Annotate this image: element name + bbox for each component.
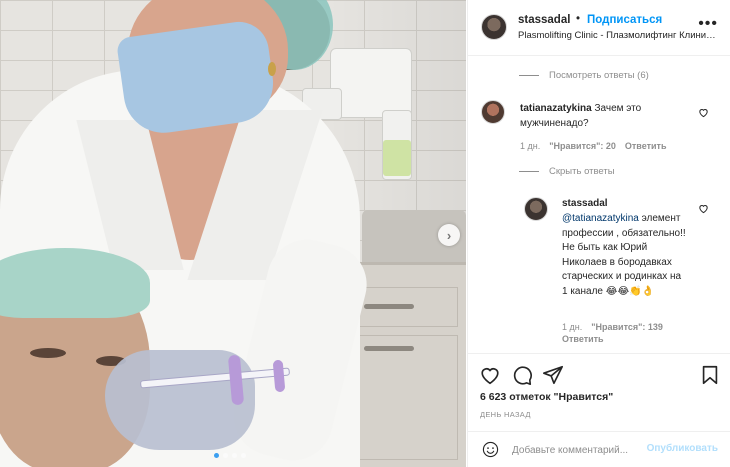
patient-eye [30,348,66,358]
carousel-dot [241,453,246,458]
carousel-dot [232,453,237,458]
view-replies-button[interactable]: Посмотреть ответы (6) [519,70,649,81]
comment-mention[interactable]: @tatianazatykina [562,213,639,224]
likes-count[interactable]: 6 623 отметок "Нравится" [480,391,613,403]
post-location[interactable]: Plasmolifting Clinic - Плазмолифтинг Кли… [518,30,718,41]
post-author-username[interactable]: stassadal [518,14,570,26]
more-icon[interactable]: ••• [698,15,718,33]
replies-line [519,171,539,172]
comment-likes[interactable]: "Нравится": 20 [549,141,616,151]
post-header: stassadal • Подписаться Plasmolifting Cl… [468,0,730,56]
follow-button[interactable]: Подписаться [587,14,662,26]
heart-icon[interactable] [479,364,501,386]
add-comment-bar: Опубликовать [468,431,730,467]
comment-emojis: 😂😂👏👌 [605,285,655,297]
reply-button[interactable]: Ответить [625,141,667,151]
reply-button[interactable]: Ответить [562,334,604,344]
hide-replies-label: Скрыть ответы [549,166,615,177]
comment-input[interactable] [512,440,642,460]
comments-section: Посмотреть ответы (6) tatianazatykina За… [468,57,730,353]
avatar[interactable] [481,100,505,124]
sanitizer-bottle [383,140,411,176]
heart-icon[interactable] [698,107,709,118]
carousel-dot [223,453,228,458]
emoji-icon[interactable] [482,441,499,458]
carousel-dot [214,453,219,458]
patient-cap [0,248,150,318]
comment-body: tatianazatykina Зачем это мужчиненадо? [520,101,692,131]
post-timestamp[interactable]: ДЕНЬ НАЗАД [480,410,531,419]
bookmark-icon[interactable] [699,364,721,386]
post-photo[interactable]: › [0,0,466,467]
post-side-panel: stassadal • Подписаться Plasmolifting Cl… [467,0,730,467]
comment-meta: 1 дн. "Нравится": 139 Ответить [562,322,682,344]
earring [268,62,276,76]
comment-username[interactable]: tatianazatykina [520,103,592,114]
view-replies-label: Посмотреть ответы (6) [549,70,649,81]
publish-button[interactable]: Опубликовать [647,443,718,454]
avatar[interactable] [481,14,507,40]
chevron-right-icon[interactable]: › [438,224,460,246]
share-icon[interactable] [542,364,564,386]
comment-body: @tatianazatykina элемент профессии , обя… [562,212,688,299]
comment-username[interactable]: stassadal [562,198,608,209]
heart-icon[interactable] [698,203,709,214]
post-actions: 6 623 отметок "Нравится" ДЕНЬ НАЗАД [468,353,730,431]
carousel-dots [214,453,246,458]
comment-icon[interactable] [511,364,533,386]
comment-likes[interactable]: "Нравится": 139 [591,322,663,332]
separator-dot: • [576,13,581,25]
comment-text: элемент профессии , обязательно!!Не быть… [562,213,686,297]
comment-time[interactable]: 1 дн. [562,322,582,332]
avatar[interactable] [524,197,548,221]
hide-replies-button[interactable]: Скрыть ответы [519,166,615,177]
towel-dispenser [330,48,412,118]
comment-time[interactable]: 1 дн. [520,141,540,151]
comment-meta: 1 дн. "Нравится": 20 Ответить [520,141,666,151]
replies-line [519,75,539,76]
